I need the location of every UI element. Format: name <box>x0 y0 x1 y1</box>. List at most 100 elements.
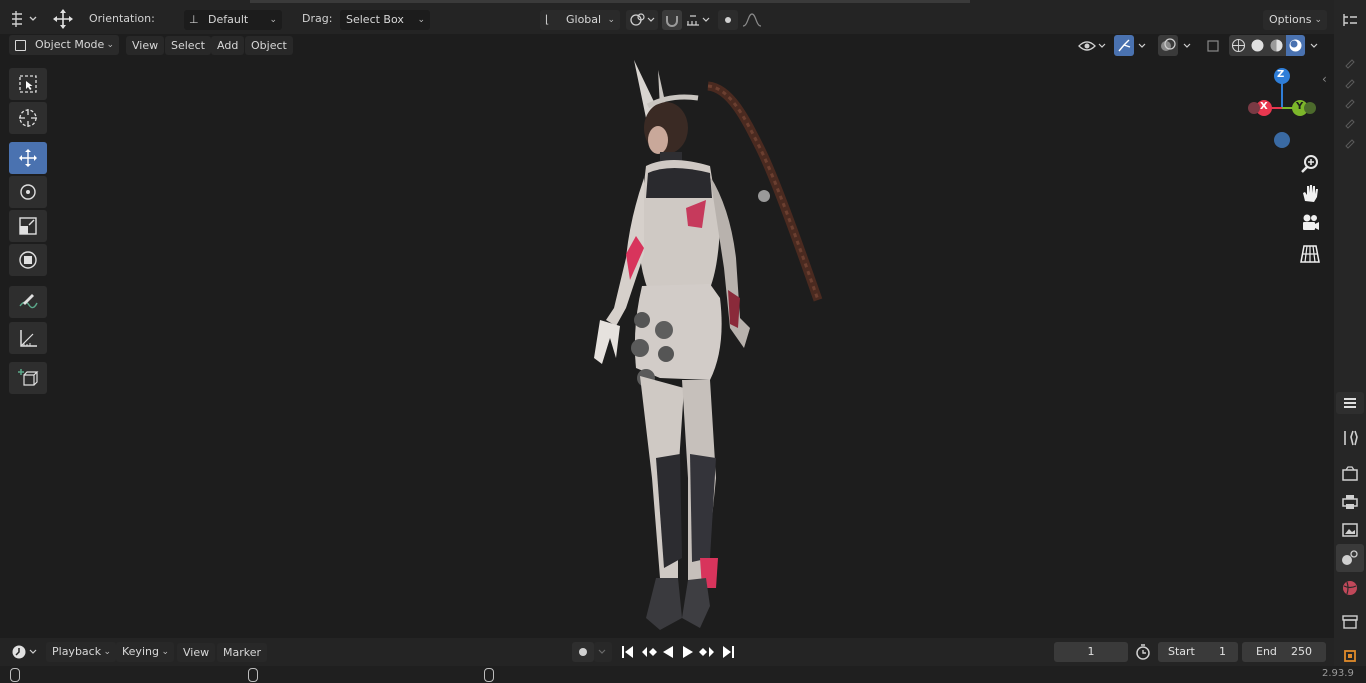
axes-icon: ⌊ <box>545 13 550 26</box>
overlays-icon <box>1161 38 1176 51</box>
transform-space-value: Global <box>566 13 602 26</box>
gizmo-neg-z-axis[interactable] <box>1274 132 1290 148</box>
keying-menu[interactable]: Keying ⌄ <box>116 642 174 662</box>
measure-tool[interactable] <box>9 322 47 354</box>
shading-rendered-button[interactable] <box>1286 35 1305 56</box>
overlays-button[interactable] <box>1158 35 1178 56</box>
tab-output[interactable] <box>1338 490 1362 514</box>
menu-select[interactable]: Select <box>165 36 211 55</box>
snap-toggle-button[interactable] <box>662 10 682 30</box>
menu-add[interactable]: Add <box>211 36 245 55</box>
gizmo-neg-x-axis[interactable] <box>1248 102 1260 114</box>
tab-view-layer[interactable] <box>1338 518 1362 542</box>
perspective-toggle-button[interactable] <box>1298 242 1322 266</box>
hips-shape <box>634 284 722 380</box>
solid-shading-icon <box>1251 39 1264 52</box>
current-frame-field[interactable]: 1 <box>1054 642 1128 662</box>
preview-range-toggle[interactable] <box>1132 642 1154 662</box>
sidebar-expand-arrow[interactable]: ‹ <box>1322 72 1327 86</box>
visibility-dropdown[interactable] <box>1076 36 1110 56</box>
chevron-down-icon <box>598 649 606 654</box>
orientation-value: Default <box>208 13 249 26</box>
magnet-icon <box>666 16 678 27</box>
options-dropdown[interactable]: Options ⌄ <box>1263 10 1327 30</box>
tab-render[interactable] <box>1338 462 1362 486</box>
menu-view[interactable]: View <box>126 36 165 55</box>
timeline-marker-menu[interactable]: Marker <box>217 643 268 662</box>
tool-tabs-column <box>1342 52 1360 152</box>
timeline-editor-type-button[interactable] <box>8 642 40 662</box>
object-orange-icon <box>1344 650 1356 662</box>
annotate-tool[interactable] <box>9 286 47 318</box>
end-value: 250 <box>1291 645 1312 658</box>
playback-menu[interactable]: Playback ⌄ <box>46 642 116 662</box>
overlays-dropdown[interactable] <box>1180 36 1196 56</box>
gizmo-dropdown[interactable] <box>1135 36 1151 56</box>
mode-dropdown[interactable]: Object Mode ⌄ <box>9 35 119 55</box>
cursor-tool[interactable] <box>9 102 47 134</box>
tab-collection[interactable] <box>1338 610 1362 634</box>
add-cube-icon <box>18 369 39 386</box>
pivot-icon <box>630 13 655 26</box>
image-layer-icon <box>1342 523 1358 537</box>
pivot-point-button[interactable] <box>626 10 658 30</box>
xray-toggle-button[interactable] <box>1204 36 1224 56</box>
tab-scene[interactable] <box>1336 544 1364 572</box>
end-frame-field[interactable]: End 250 <box>1242 642 1326 662</box>
tab-world[interactable] <box>1338 576 1362 600</box>
falloff-dropdown[interactable] <box>740 10 768 30</box>
move-tool[interactable] <box>9 142 47 174</box>
properties-editor-type-button[interactable] <box>1336 392 1364 414</box>
add-cube-tool[interactable] <box>9 362 47 394</box>
keying-label: Keying <box>122 645 159 658</box>
grid-perspective-icon <box>1300 245 1320 263</box>
camera-view-button[interactable] <box>1298 211 1322 235</box>
shading-solid-button[interactable] <box>1248 35 1267 56</box>
move-icon <box>19 149 37 167</box>
outliner-toggle-icon[interactable] <box>1338 8 1362 32</box>
timeline-view-menu[interactable]: View <box>177 643 216 662</box>
chevron-down-icon: ⌄ <box>269 15 277 25</box>
scale-tool[interactable] <box>9 210 47 242</box>
transform-orientation-dropdown[interactable]: ⌊ Global ⌄ <box>540 10 620 30</box>
jump-to-end-button[interactable] <box>716 640 740 664</box>
orientation-dropdown[interactable]: ⊥ Default ⌄ <box>184 10 282 30</box>
shading-material-button[interactable] <box>1267 35 1286 56</box>
select-box-tool[interactable] <box>9 68 47 100</box>
transform-tool[interactable] <box>9 244 47 276</box>
drag-value: Select Box <box>346 13 404 26</box>
drag-dropdown[interactable]: Select Box ⌄ <box>340 10 430 30</box>
chevron-down-icon <box>1310 43 1318 48</box>
collection-box-icon <box>1342 615 1358 629</box>
rotate-tool[interactable] <box>9 176 47 208</box>
proportional-editing-button[interactable] <box>718 10 738 30</box>
menu-object[interactable]: Object <box>245 36 293 55</box>
character-model-render[interactable] <box>560 58 840 638</box>
3d-viewport[interactable]: Z X Y ‹ <box>0 58 1334 638</box>
xray-icon <box>1207 40 1219 52</box>
drag-label: Drag: <box>302 12 333 25</box>
chevron-down-icon: ⌄ <box>106 40 114 50</box>
mode-value: Object Mode <box>35 38 105 51</box>
keying-set-dropdown[interactable] <box>594 642 612 662</box>
shading-wireframe-button[interactable] <box>1229 35 1248 56</box>
tab-tool[interactable] <box>1338 426 1362 450</box>
object-mode-icon <box>15 40 26 51</box>
pan-button[interactable] <box>1298 181 1322 205</box>
zoom-button[interactable] <box>1298 152 1322 176</box>
move-tool-header-icon[interactable] <box>50 7 76 31</box>
playback-label: Playback <box>52 645 102 658</box>
clock-icon <box>12 645 37 659</box>
start-frame-field[interactable]: Start 1 <box>1158 642 1238 662</box>
auto-keying-button[interactable] <box>572 642 594 662</box>
left-foot-shape <box>646 578 682 630</box>
gizmo-neg-y-axis[interactable] <box>1304 102 1316 114</box>
gizmo-toggle-button[interactable] <box>1114 35 1134 56</box>
editor-type-button[interactable] <box>8 8 40 28</box>
tab-object[interactable] <box>1338 644 1362 668</box>
snap-target-dropdown[interactable] <box>684 10 714 30</box>
gizmo-y-label: Y <box>1296 101 1304 112</box>
proportional-edit-icon <box>725 17 731 23</box>
shading-dropdown[interactable] <box>1307 36 1323 56</box>
mouse-left-icon <box>10 668 20 682</box>
